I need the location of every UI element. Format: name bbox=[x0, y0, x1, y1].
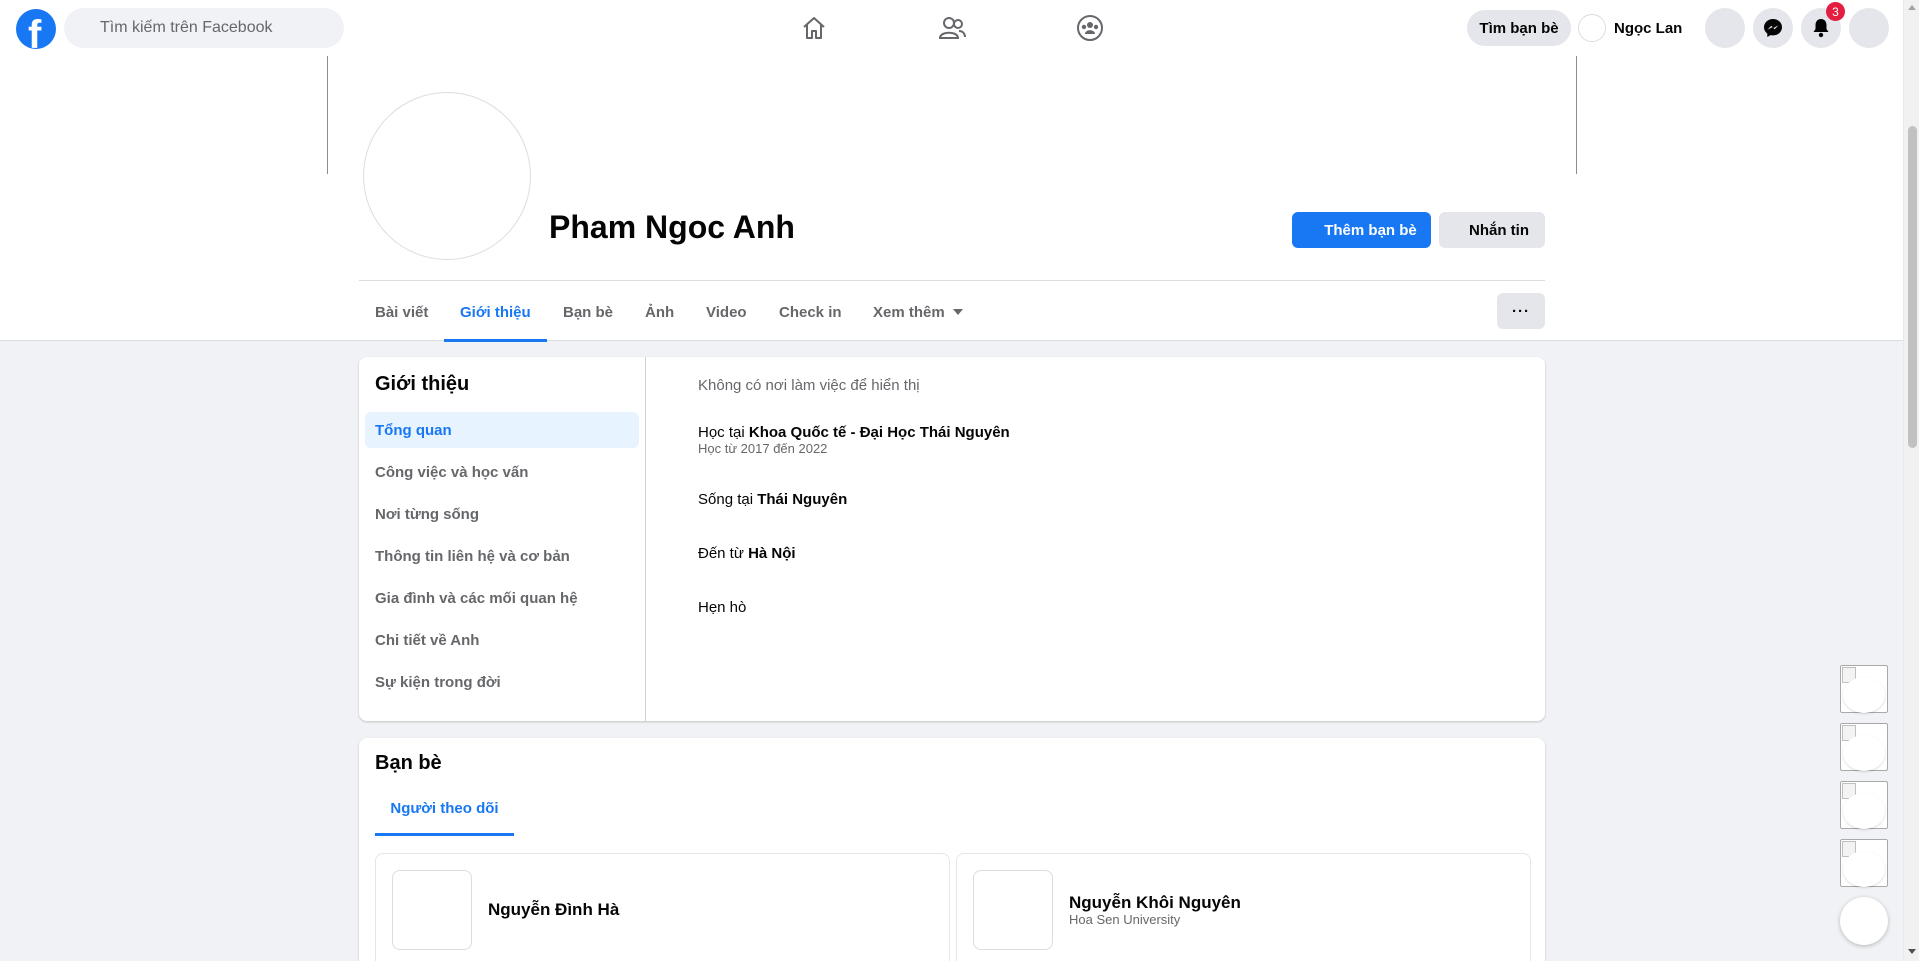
hometown[interactable]: Hà Nội bbox=[748, 545, 796, 562]
notifications-bell-icon[interactable]: 3 bbox=[1801, 2, 1845, 48]
top-navigation-bar: f Tìm bạn bè Ngọc Lan 3 bbox=[0, 0, 1903, 56]
about-menu-details[interactable]: Chi tiết về Anh bbox=[365, 622, 639, 658]
about-content: Không có nơi làm việc để hiển thị Học tạ… bbox=[698, 357, 1518, 721]
tab-posts[interactable]: Bài viết bbox=[359, 282, 444, 342]
about-title: Giới thiệu bbox=[375, 373, 470, 395]
account-button[interactable] bbox=[1849, 8, 1889, 48]
profile-header: Pham Ngoc Anh Thêm bạn bè Nhắn tin Bài v… bbox=[0, 56, 1903, 342]
caret-down-icon bbox=[952, 309, 963, 315]
chat-avatar bbox=[1843, 793, 1885, 829]
friend-card[interactable]: Nguyễn Khôi Nguyên Hoa Sen University bbox=[956, 853, 1531, 961]
scroll-down-arrow-icon[interactable] bbox=[1908, 949, 1916, 954]
menu-button[interactable] bbox=[1705, 8, 1745, 48]
new-message-button[interactable] bbox=[1840, 897, 1888, 945]
hometown-prefix: Đến từ bbox=[698, 545, 744, 562]
current-city-row: Sống tại Thái Nguyên bbox=[698, 491, 847, 508]
message-button[interactable]: Nhắn tin bbox=[1439, 212, 1545, 248]
header-divider bbox=[359, 280, 1545, 281]
profile-name: Pham Ngoc Anh bbox=[549, 209, 795, 245]
chat-head[interactable] bbox=[1840, 839, 1888, 887]
find-friends-button[interactable]: Tìm bạn bè bbox=[1467, 10, 1571, 46]
tab-about[interactable]: Giới thiệu bbox=[444, 282, 547, 342]
about-menu-life-events[interactable]: Sự kiện trong đời bbox=[365, 664, 639, 700]
tab-see-more[interactable]: Xem thêm bbox=[857, 282, 979, 342]
tab-friends[interactable]: Bạn bè bbox=[547, 282, 629, 342]
friends-card: Bạn bè Người theo dõi Nguyễn Đình Hà Ngu… bbox=[359, 738, 1545, 961]
search-input[interactable] bbox=[64, 8, 344, 48]
user-avatar bbox=[1578, 14, 1606, 42]
cover-photo-edge bbox=[327, 56, 328, 174]
work-empty-text: Không có nơi làm việc để hiển thị bbox=[698, 377, 920, 394]
friend-photo[interactable] bbox=[973, 870, 1053, 950]
friends-icon[interactable] bbox=[934, 10, 970, 46]
facebook-logo-icon[interactable]: f bbox=[16, 9, 56, 49]
chat-head[interactable] bbox=[1840, 723, 1888, 771]
about-menu-contact-info[interactable]: Thông tin liên hệ và cơ bản bbox=[365, 538, 639, 574]
about-menu-family[interactable]: Gia đình và các mối quan hệ bbox=[365, 580, 639, 616]
friend-name[interactable]: Nguyễn Đình Hà bbox=[488, 900, 619, 920]
chat-avatar bbox=[1843, 851, 1885, 887]
groups-icon[interactable] bbox=[1072, 10, 1108, 46]
tab-see-more-label: Xem thêm bbox=[873, 303, 945, 321]
education-row: Học tại Khoa Quốc tế - Đại Học Thái Nguy… bbox=[698, 424, 1010, 441]
chat-head[interactable] bbox=[1840, 665, 1888, 713]
tab-videos[interactable]: Video bbox=[690, 282, 763, 342]
hometown-row: Đến từ Hà Nội bbox=[698, 545, 796, 562]
profile-avatar[interactable] bbox=[363, 92, 531, 260]
friend-subtitle: Hoa Sen University bbox=[1069, 912, 1181, 927]
notification-badge: 3 bbox=[1826, 2, 1845, 21]
friend-name[interactable]: Nguyễn Khôi Nguyên bbox=[1069, 893, 1241, 913]
friends-title: Bạn bè bbox=[375, 752, 442, 774]
user-name: Ngọc Lan bbox=[1614, 19, 1683, 37]
about-menu-places-lived[interactable]: Nơi từng sống bbox=[365, 496, 639, 532]
current-city[interactable]: Thái Nguyên bbox=[757, 491, 847, 508]
education-prefix: Học tại bbox=[698, 424, 745, 441]
friend-card[interactable]: Nguyễn Đình Hà bbox=[375, 853, 950, 961]
page-scrollbar[interactable] bbox=[1903, 0, 1919, 961]
add-friend-button[interactable]: Thêm bạn bè bbox=[1292, 212, 1431, 248]
scrollbar-thumb[interactable] bbox=[1908, 126, 1917, 448]
friend-photo[interactable] bbox=[392, 870, 472, 950]
chat-avatar bbox=[1843, 677, 1885, 713]
profile-chip[interactable]: Ngọc Lan bbox=[1578, 10, 1682, 46]
relationship-status: Hẹn hò bbox=[698, 599, 747, 616]
about-card: Giới thiệu Tổng quan Công việc và học vấ… bbox=[359, 357, 1545, 721]
about-menu-overview[interactable]: Tổng quan bbox=[365, 412, 639, 448]
chat-head[interactable] bbox=[1840, 781, 1888, 829]
tab-check-in[interactable]: Check in bbox=[763, 282, 858, 342]
messenger-icon[interactable] bbox=[1753, 8, 1793, 48]
education-years: Học từ 2017 đến 2022 bbox=[698, 441, 828, 456]
cover-photo-edge bbox=[1576, 56, 1577, 174]
tab-followers[interactable]: Người theo dõi bbox=[375, 780, 514, 836]
tab-photos[interactable]: Ảnh bbox=[629, 282, 690, 342]
about-menu: Giới thiệu Tổng quan Công việc và học vấ… bbox=[359, 357, 646, 721]
home-icon[interactable] bbox=[796, 10, 832, 46]
more-options-button[interactable]: ··· bbox=[1497, 293, 1545, 329]
current-city-prefix: Sống tại bbox=[698, 491, 754, 508]
chat-avatar bbox=[1843, 735, 1885, 771]
scroll-up-arrow-icon[interactable] bbox=[1908, 5, 1916, 10]
about-menu-work-education[interactable]: Công việc và học vấn bbox=[365, 454, 639, 490]
education-place[interactable]: Khoa Quốc tế - Đại Học Thái Nguyên bbox=[749, 424, 1010, 441]
